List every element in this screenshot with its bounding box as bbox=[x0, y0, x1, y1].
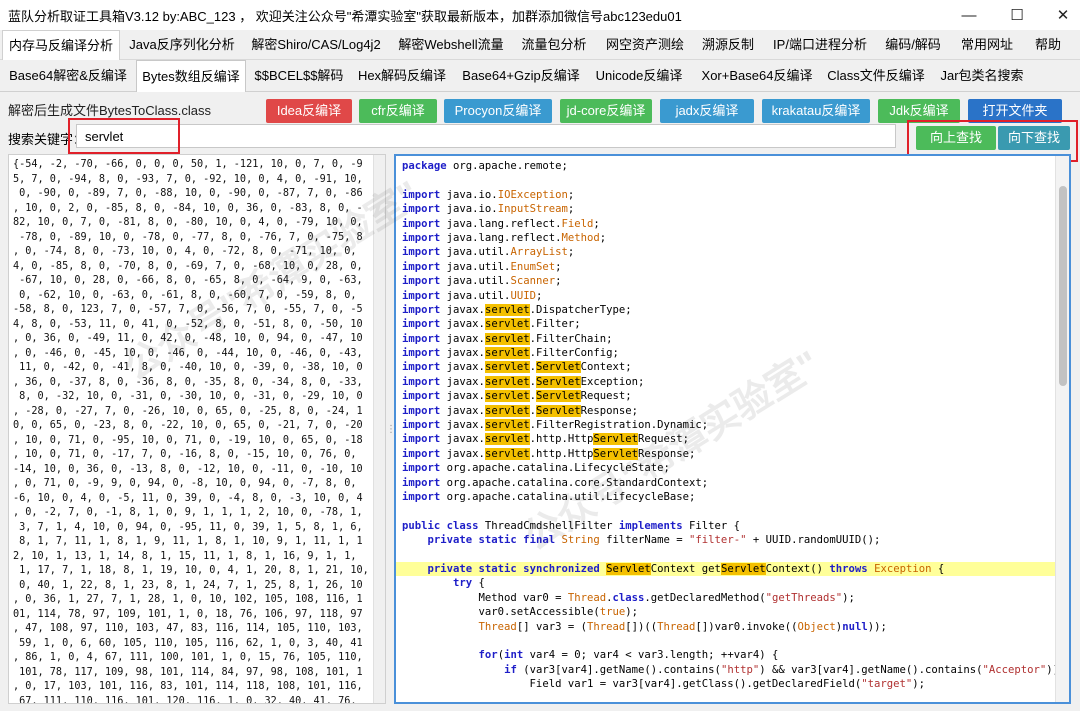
idea-decompile-button[interactable]: Idea反编译 bbox=[266, 99, 352, 123]
main-tab-bar: 内存马反编译分析 Java反序列化分析 解密Shiro/CAS/Log4j2 解… bbox=[0, 30, 1080, 60]
code-line: import java.util.Scanner; bbox=[402, 275, 562, 288]
tab-ip-port-process[interactable]: IP/端口进程分析 bbox=[766, 30, 874, 60]
subtab-base64-gzip-decompile[interactable]: Base64+Gzip反编译 bbox=[456, 60, 586, 92]
tab-traceback[interactable]: 溯源反制 bbox=[694, 30, 762, 60]
tab-pcap-analysis[interactable]: 流量包分析 bbox=[514, 30, 594, 60]
code-line: import javax.servlet.ServletResponse; bbox=[402, 404, 639, 417]
jadx-decompile-button[interactable]: jadx反编译 bbox=[660, 99, 754, 123]
right-scrollbar-thumb[interactable] bbox=[1059, 186, 1067, 386]
subtab-xor-base64-decompile[interactable]: Xor+Base64反编译 bbox=[694, 60, 820, 92]
tab-encode-decode[interactable]: 编码/解码 bbox=[878, 30, 948, 60]
code-line: import java.io.InputStream; bbox=[402, 203, 575, 216]
title-bar: 蓝队分析取证工具箱V3.12 by:ABC_123 ， 欢迎关注公众号"希潭实验… bbox=[0, 0, 1080, 30]
bytes-array-content: {-54, -2, -70, -66, 0, 0, 0, 50, 1, -121… bbox=[13, 159, 369, 704]
code-line-current: private static synchronized ServletConte… bbox=[396, 561, 1066, 577]
cfr-decompile-button[interactable]: cfr反编译 bbox=[359, 99, 437, 123]
find-previous-button[interactable]: 向上查找 bbox=[916, 126, 996, 150]
code-line: import java.io.IOException; bbox=[402, 188, 575, 201]
subtab-unicode-decompile[interactable]: Unicode反编译 bbox=[590, 60, 688, 92]
window-title: 蓝队分析取证工具箱V3.12 by:ABC_123 ， 欢迎关注公众号"希潭实验… bbox=[8, 8, 682, 24]
tab-memshell[interactable]: 内存马反编译分析 bbox=[2, 30, 120, 60]
jdk-decompile-button[interactable]: Jdk反编译 bbox=[878, 99, 960, 123]
jd-core-decompile-button[interactable]: jd-core反编译 bbox=[560, 99, 652, 123]
open-folder-button[interactable]: 打开文件夹 bbox=[968, 99, 1062, 123]
code-line: try { bbox=[453, 577, 485, 590]
code-line: import javax.servlet.ServletRequest; bbox=[402, 390, 632, 403]
code-line: Thread[] var3 = (Thread[])((Thread[])var… bbox=[478, 620, 887, 633]
code-line: import org.apache.catalina.util.Lifecycl… bbox=[402, 490, 696, 503]
tab-asset-mapping[interactable]: 网空资产测绘 bbox=[598, 30, 692, 60]
tab-common-urls[interactable]: 常用网址 bbox=[952, 30, 1022, 60]
tab-java-deserialization[interactable]: Java反序列化分析 bbox=[124, 30, 240, 60]
code-line: if (var3[var4].getName().contains("http"… bbox=[504, 663, 1069, 676]
decompiled-code-editor[interactable]: package org.apache.remote; import java.i… bbox=[394, 154, 1071, 704]
code-line: import javax.servlet.http.HttpServletRes… bbox=[402, 447, 696, 460]
code-line: import java.util.EnumSet; bbox=[402, 260, 562, 273]
left-scrollbar[interactable] bbox=[373, 155, 385, 703]
code-line: private static final String filterName =… bbox=[427, 534, 881, 547]
code-line: import javax.servlet.Filter; bbox=[402, 318, 581, 331]
code-line: import javax.servlet.DispatcherType; bbox=[402, 303, 632, 316]
tab-shiro-cas-log4j2[interactable]: 解密Shiro/CAS/Log4j2 bbox=[244, 30, 388, 60]
code-line: import java.util.ArrayList; bbox=[402, 246, 575, 259]
code-line: import org.apache.catalina.LifecycleStat… bbox=[402, 462, 670, 475]
find-next-button[interactable]: 向下查找 bbox=[998, 126, 1070, 150]
subtab-hex-decompile[interactable]: Hex解码反编译 bbox=[352, 60, 452, 92]
code-line: import java.util.UUID; bbox=[402, 289, 543, 302]
code-line: import javax.servlet.FilterRegistration.… bbox=[402, 419, 709, 432]
search-label: 搜索关键字： bbox=[8, 132, 87, 147]
subtab-base64-decompile[interactable]: Base64解密&反编译 bbox=[4, 60, 132, 92]
subtab-bytes-array-decompile[interactable]: Bytes数组反编译 bbox=[136, 60, 246, 92]
close-button[interactable]: ✕ bbox=[1040, 0, 1080, 30]
code-line: Method var0 = Thread.class.getDeclaredMe… bbox=[402, 591, 855, 604]
tab-help[interactable]: 帮助 bbox=[1026, 30, 1070, 60]
bytes-array-textarea[interactable]: {-54, -2, -70, -66, 0, 0, 0, 50, 1, -121… bbox=[8, 154, 386, 704]
code-line: import java.lang.reflect.Field; bbox=[402, 217, 600, 230]
code-line: import javax.servlet.FilterChain; bbox=[402, 332, 613, 345]
procyon-decompile-button[interactable]: Procyon反编译 bbox=[444, 99, 552, 123]
search-input[interactable] bbox=[76, 124, 896, 148]
code-line: Field var1 = var3[var4].getClass().getDe… bbox=[402, 678, 926, 691]
code-line: import javax.servlet.ServletException; bbox=[402, 375, 645, 388]
minimize-button[interactable]: — bbox=[946, 0, 992, 30]
subtab-class-decompile[interactable]: Class文件反编译 bbox=[824, 60, 928, 92]
subtab-jar-class-search[interactable]: Jar包类名搜索 bbox=[934, 60, 1030, 92]
code-line: for(int var4 = 0; var4 < var3.length; ++… bbox=[478, 649, 779, 662]
code-line: package org.apache.remote; bbox=[402, 160, 568, 172]
code-line: public class ThreadCmdshellFilter implem… bbox=[402, 519, 741, 532]
code-line: import java.lang.reflect.Method; bbox=[402, 231, 607, 244]
code-line: import javax.servlet.http.HttpServletReq… bbox=[402, 433, 690, 446]
code-line: import javax.servlet.FilterConfig; bbox=[402, 347, 619, 360]
krakatau-decompile-button[interactable]: krakatau反编译 bbox=[762, 99, 870, 123]
tab-webshell-traffic[interactable]: 解密Webshell流量 bbox=[392, 30, 510, 60]
code-line: import org.apache.catalina.core.Standard… bbox=[402, 476, 709, 489]
maximize-button[interactable]: ☐ bbox=[994, 0, 1040, 30]
code-line: import javax.servlet.ServletContext; bbox=[402, 361, 632, 374]
output-file-label: 解密后生成文件BytesToClass.class bbox=[8, 103, 211, 118]
subtab-bcel-decode[interactable]: $$BCEL$$解码 bbox=[250, 60, 348, 92]
code-line: var0.setAccessible(true); bbox=[402, 606, 638, 619]
sub-tab-bar: Base64解密&反编译 Bytes数组反编译 $$BCEL$$解码 Hex解码… bbox=[0, 60, 1080, 92]
right-scrollbar[interactable] bbox=[1055, 156, 1069, 702]
code-area: package org.apache.remote; import java.i… bbox=[396, 159, 1069, 691]
